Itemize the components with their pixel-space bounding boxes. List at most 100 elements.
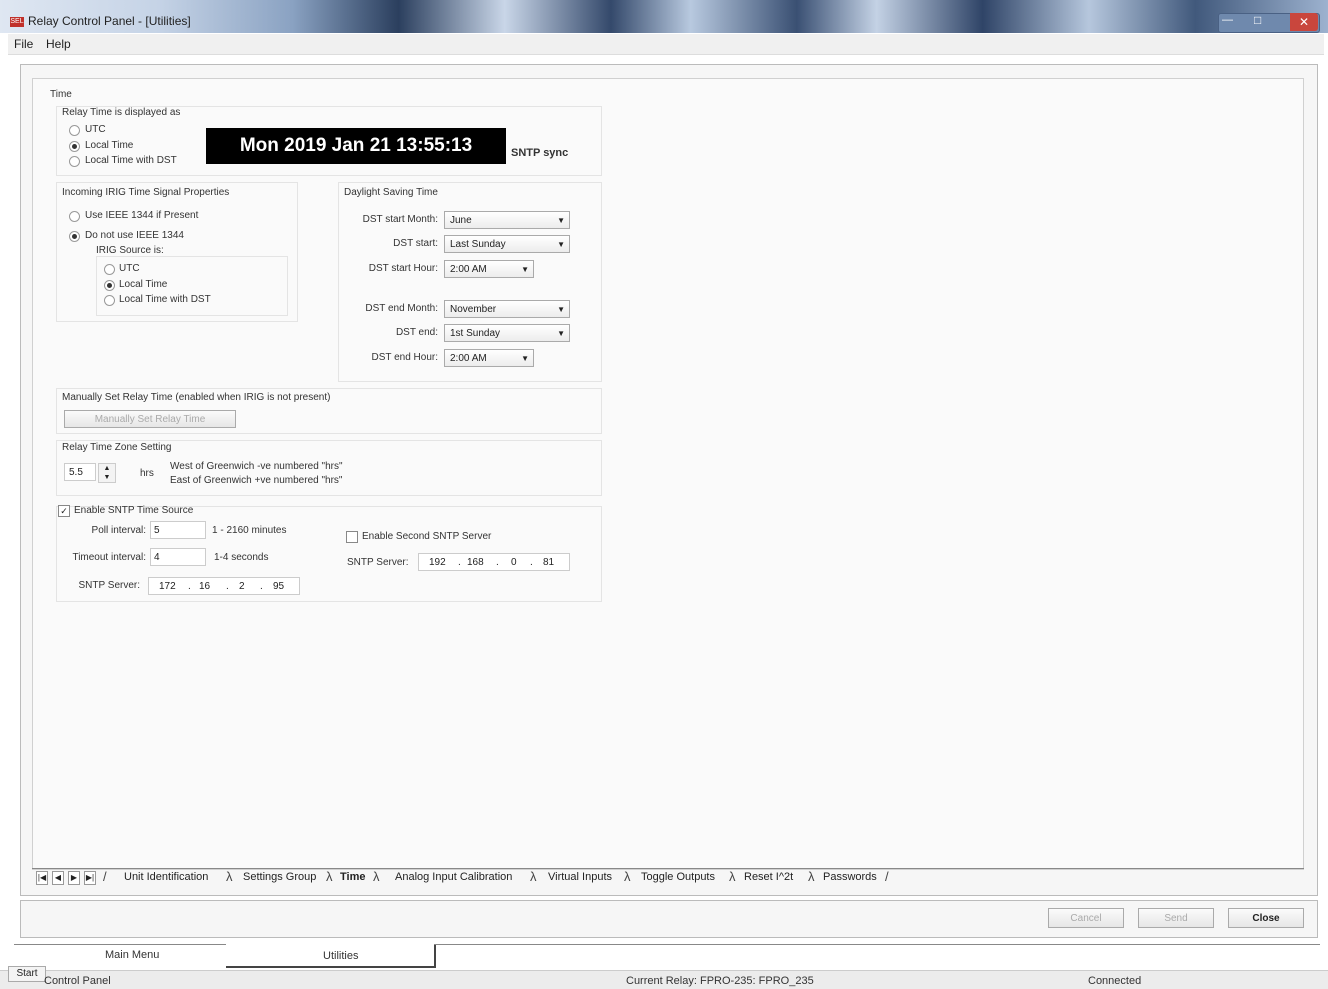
ip-dot: .: [260, 581, 263, 592]
dst-end-hour-select[interactable]: 2:00 AM ▼: [444, 349, 534, 367]
prev-tab-icon[interactable]: ◀: [52, 871, 64, 885]
timezone-note-east: East of Greenwich +ve numbered "hrs": [170, 475, 343, 486]
ip-octet-3: 0: [511, 557, 517, 568]
dst-end-hour-value: 2:00 AM: [450, 353, 487, 364]
tab-separator: λ: [808, 869, 815, 884]
status-app-name: Control Panel: [44, 975, 111, 987]
dst-end-select[interactable]: 1st Sunday ▼: [444, 324, 570, 342]
tab-analog-input-calibration[interactable]: Analog Input Calibration: [395, 871, 512, 883]
sntp-sync-status: SNTP sync: [511, 147, 569, 159]
close-icon[interactable]: ✕: [1290, 13, 1318, 31]
sntp-server-label: SNTP Server:: [78, 580, 141, 591]
menu-help[interactable]: Help: [46, 37, 71, 51]
minimize-icon[interactable]: —: [1222, 14, 1233, 26]
dst-start-hour-select[interactable]: 2:00 AM ▼: [444, 260, 534, 278]
tab-unit-identification[interactable]: Unit Identification: [124, 871, 208, 883]
second-sntp-server-input[interactable]: 192 . 168 . 0 . 81: [418, 553, 570, 571]
irig-use-ieee-label: Use IEEE 1344 if Present: [85, 210, 199, 221]
timezone-spinner[interactable]: ▲ ▼: [98, 463, 116, 483]
irig-use-ieee-radio[interactable]: [69, 211, 80, 222]
dst-start-month-value: June: [450, 215, 472, 226]
display-local-dst-label: Local Time with DST: [85, 155, 177, 166]
irig-not-ieee-radio[interactable]: [69, 231, 80, 242]
enable-second-sntp-label: Enable Second SNTP Server: [362, 531, 492, 542]
timeout-interval-input[interactable]: 4: [150, 548, 206, 566]
enable-sntp-label: Enable SNTP Time Source: [74, 505, 194, 516]
chevron-down-icon: ▼: [557, 216, 565, 225]
title-bar: [0, 0, 1328, 33]
chevron-down-icon: ▼: [557, 240, 565, 249]
tab-time[interactable]: Time: [340, 871, 365, 883]
dst-end-value: 1st Sunday: [450, 328, 501, 339]
utilities-label: Utilities: [323, 950, 359, 962]
ip-dot: .: [226, 581, 229, 592]
menu-file[interactable]: File: [14, 37, 33, 51]
irig-source-label: IRIG Source is:: [96, 245, 164, 256]
dst-start-label: DST start:: [393, 238, 438, 249]
dst-start-hour-label: DST start Hour:: [368, 263, 438, 274]
timeout-interval-label: Timeout interval:: [72, 552, 146, 563]
manual-set-button[interactable]: Manually Set Relay Time: [64, 410, 236, 428]
cancel-button[interactable]: Cancel: [1048, 908, 1124, 928]
enable-second-sntp-checkbox[interactable]: [346, 531, 358, 543]
tab-separator: λ: [226, 869, 233, 884]
tab-passwords[interactable]: Passwords: [823, 871, 877, 883]
status-current-relay: Current Relay: FPRO-235: FPRO_235: [626, 975, 814, 987]
dst-start-month-select[interactable]: June ▼: [444, 211, 570, 229]
dst-end-hour-label: DST end Hour:: [371, 352, 438, 363]
irig-not-ieee-label: Do not use IEEE 1344: [85, 230, 184, 241]
chevron-down-icon: ▼: [521, 354, 529, 363]
menu-bar: [8, 34, 1324, 55]
ip-dot: .: [530, 557, 533, 568]
timeout-interval-unit: 1-4 seconds: [214, 552, 269, 563]
ip-octet-1: 172: [159, 581, 176, 592]
display-local-dst-radio[interactable]: [69, 156, 80, 167]
poll-interval-input[interactable]: 5: [150, 521, 206, 539]
poll-interval-label: Poll interval:: [91, 525, 146, 536]
sntp-server-input[interactable]: 172 . 16 . 2 . 95: [148, 577, 300, 595]
last-tab-icon[interactable]: ▶|: [84, 871, 96, 885]
send-button[interactable]: Send: [1138, 908, 1214, 928]
ip-octet-2: 168: [467, 557, 484, 568]
dst-end-month-select[interactable]: November ▼: [444, 300, 570, 318]
tab-separator: /: [103, 869, 107, 884]
ip-octet-1: 192: [429, 557, 446, 568]
ip-dot: .: [188, 581, 191, 592]
first-tab-icon[interactable]: |◀: [36, 871, 48, 885]
dst-end-month-label: DST end Month:: [365, 303, 438, 314]
time-section-title: Time: [50, 89, 72, 100]
start-button[interactable]: Start: [8, 966, 46, 982]
tab-virtual-inputs[interactable]: Virtual Inputs: [548, 871, 612, 883]
irig-source-utc-label: UTC: [119, 263, 140, 274]
bottom-tab-line: [434, 944, 1320, 945]
irig-source-local-label: Local Time: [119, 279, 168, 290]
timezone-note-west: West of Greenwich -ve numbered "hrs": [170, 461, 343, 472]
ip-octet-2: 16: [199, 581, 211, 592]
enable-sntp-checkbox[interactable]: ✓: [58, 505, 70, 517]
chevron-down-icon: ▼: [557, 329, 565, 338]
dst-start-select[interactable]: Last Sunday ▼: [444, 235, 570, 253]
tab-reset-i2t[interactable]: Reset I^2t: [744, 871, 793, 883]
display-local-radio[interactable]: [69, 141, 80, 152]
timezone-input[interactable]: 5.5: [64, 463, 96, 481]
relay-clock-display: Mon 2019 Jan 21 13:55:13: [206, 128, 506, 164]
relay-time-display-label: Relay Time is displayed as: [62, 107, 181, 118]
tab-toggle-outputs[interactable]: Toggle Outputs: [641, 871, 715, 883]
ip-dot: .: [496, 557, 499, 568]
irig-source-local-dst-radio[interactable]: [104, 295, 115, 306]
dst-start-month-label: DST start Month:: [362, 214, 438, 225]
display-utc-radio[interactable]: [69, 125, 80, 136]
tab-separator: λ: [326, 869, 333, 884]
ip-octet-3: 2: [239, 581, 245, 592]
irig-source-local-radio[interactable]: [104, 280, 115, 291]
dst-start-hour-value: 2:00 AM: [450, 264, 487, 275]
maximize-icon[interactable]: □: [1254, 13, 1261, 27]
status-connection: Connected: [1088, 975, 1142, 987]
irig-source-utc-radio[interactable]: [104, 264, 115, 275]
app-icon: SEL: [10, 17, 24, 27]
manual-set-title: Manually Set Relay Time (enabled when IR…: [62, 392, 331, 403]
close-button[interactable]: Close: [1228, 908, 1304, 928]
next-tab-icon[interactable]: ▶: [68, 871, 80, 885]
tab-settings-group[interactable]: Settings Group: [243, 871, 316, 883]
display-utc-label: UTC: [85, 124, 106, 135]
